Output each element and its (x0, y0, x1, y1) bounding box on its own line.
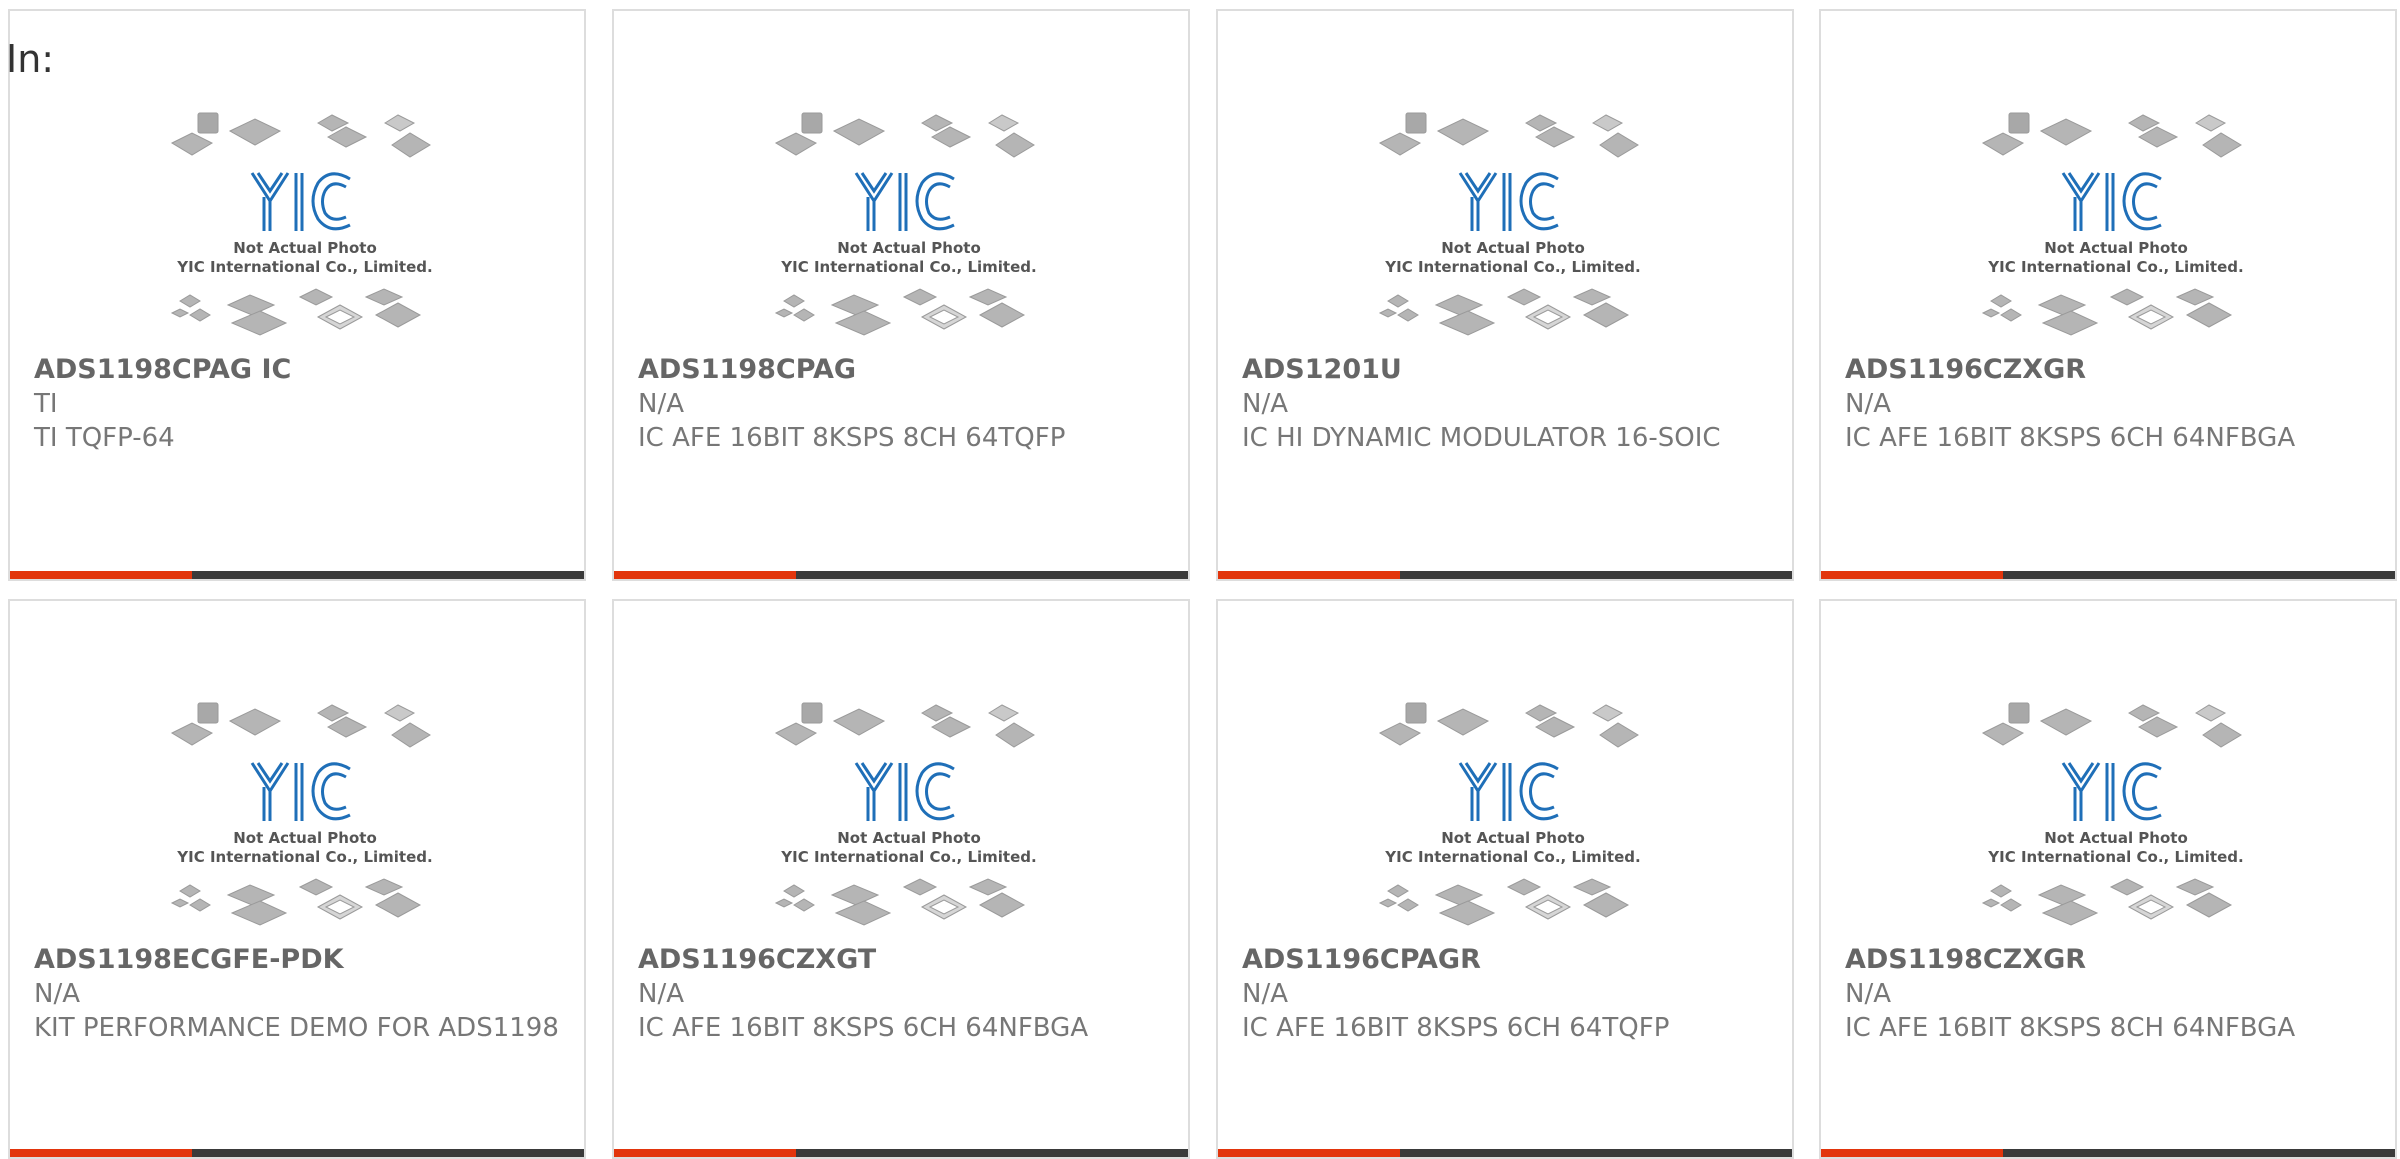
card-accent-bar (614, 1149, 1188, 1157)
product-placeholder-image: Not Actual Photo YIC International Co., … (1981, 691, 2251, 941)
product-card[interactable]: Not Actual Photo YIC International Co., … (1216, 9, 1794, 581)
company-caption: YIC International Co., Limited. (780, 258, 1036, 276)
description: TI TQFP-64 (34, 423, 175, 453)
card-accent-red (1821, 1149, 2003, 1157)
company-caption: YIC International Co., Limited. (780, 848, 1036, 866)
not-actual-photo-caption: Not Actual Photo (837, 829, 981, 847)
card-accent-bar (614, 571, 1188, 579)
manufacturer: N/A (1242, 979, 1288, 1009)
part-number[interactable]: ADS1198CZXGR (1845, 943, 2375, 977)
description: IC AFE 16BIT 8KSPS 6CH 64NFBGA (638, 1013, 1089, 1043)
manufacturer: N/A (638, 389, 684, 419)
not-actual-photo-caption: Not Actual Photo (2044, 239, 2188, 257)
product-card[interactable]: Not Actual Photo YIC International Co., … (1216, 599, 1794, 1159)
card-accent-bar (1821, 571, 2395, 579)
product-card[interactable]: Not Actual Photo YIC International Co., … (8, 9, 586, 581)
product-card[interactable]: Not Actual Photo YIC International Co., … (1819, 9, 2397, 581)
not-actual-photo-caption: Not Actual Photo (233, 239, 377, 257)
description: IC AFE 16BIT 8KSPS 8CH 64NFBGA (1845, 1013, 2296, 1043)
manufacturer: N/A (638, 979, 684, 1009)
card-accent-red (10, 571, 192, 579)
card-accent-bar (10, 1149, 584, 1157)
not-actual-photo-caption: Not Actual Photo (1441, 239, 1585, 257)
product-card[interactable]: Not Actual Photo YIC International Co., … (8, 599, 586, 1159)
part-number[interactable]: ADS1198CPAG (638, 353, 1168, 387)
in-label: In: (6, 37, 55, 81)
company-caption: YIC International Co., Limited. (1384, 258, 1640, 276)
part-number[interactable]: ADS1198CPAG IC (34, 353, 564, 387)
manufacturer: TI (34, 389, 58, 419)
description: IC AFE 16BIT 8KSPS 8CH 64TQFP (638, 423, 1066, 453)
manufacturer: N/A (1845, 979, 1891, 1009)
product-placeholder-image: Not Actual Photo YIC International Co., … (1378, 691, 1648, 941)
company-caption: YIC International Co., Limited. (176, 848, 432, 866)
card-accent-bar (1218, 1149, 1792, 1157)
card-accent-bar (10, 571, 584, 579)
part-number[interactable]: ADS1196CZXGT (638, 943, 1168, 977)
product-card[interactable]: Not Actual Photo YIC International Co., … (612, 9, 1190, 581)
company-caption: YIC International Co., Limited. (1987, 258, 2243, 276)
card-accent-red (10, 1149, 192, 1157)
description: IC AFE 16BIT 8KSPS 6CH 64NFBGA (1845, 423, 2296, 453)
not-actual-photo-caption: Not Actual Photo (837, 239, 981, 257)
not-actual-photo-caption: Not Actual Photo (2044, 829, 2188, 847)
manufacturer: N/A (34, 979, 80, 1009)
card-accent-red (1218, 571, 1400, 579)
manufacturer: N/A (1845, 389, 1891, 419)
manufacturer: N/A (1242, 389, 1288, 419)
card-accent-red (614, 571, 796, 579)
not-actual-photo-caption: Not Actual Photo (1441, 829, 1585, 847)
card-accent-red (1218, 1149, 1400, 1157)
product-placeholder-image: Not Actual Photo YIC International Co., … (1981, 101, 2251, 351)
description: KIT PERFORMANCE DEMO FOR ADS1198 (34, 1013, 559, 1043)
part-number[interactable]: ADS1196CZXGR (1845, 353, 2375, 387)
product-placeholder-image: Not Actual Photo YIC International Co., … (170, 691, 440, 941)
product-placeholder-image: Not Actual Photo YIC International Co., … (774, 101, 1044, 351)
description: IC AFE 16BIT 8KSPS 6CH 64TQFP (1242, 1013, 1670, 1043)
card-accent-red (614, 1149, 796, 1157)
not-actual-photo-caption: Not Actual Photo (233, 829, 377, 847)
company-caption: YIC International Co., Limited. (1987, 848, 2243, 866)
part-number[interactable]: ADS1196CPAGR (1242, 943, 1772, 977)
card-accent-bar (1821, 1149, 2395, 1157)
product-placeholder-image: Not Actual Photo YIC International Co., … (774, 691, 1044, 941)
part-number[interactable]: ADS1198ECGFE-PDK (34, 943, 564, 977)
part-number[interactable]: ADS1201U (1242, 353, 1772, 387)
company-caption: YIC International Co., Limited. (1384, 848, 1640, 866)
company-caption: YIC International Co., Limited. (176, 258, 432, 276)
product-placeholder-image: Not Actual Photo YIC International Co., … (170, 101, 440, 351)
card-accent-red (1821, 571, 2003, 579)
card-accent-bar (1218, 571, 1792, 579)
product-placeholder-image: Not Actual Photo YIC International Co., … (1378, 101, 1648, 351)
product-card[interactable]: Not Actual Photo YIC International Co., … (1819, 599, 2397, 1159)
product-card[interactable]: Not Actual Photo YIC International Co., … (612, 599, 1190, 1159)
description: IC HI DYNAMIC MODULATOR 16-SOIC (1242, 423, 1721, 453)
